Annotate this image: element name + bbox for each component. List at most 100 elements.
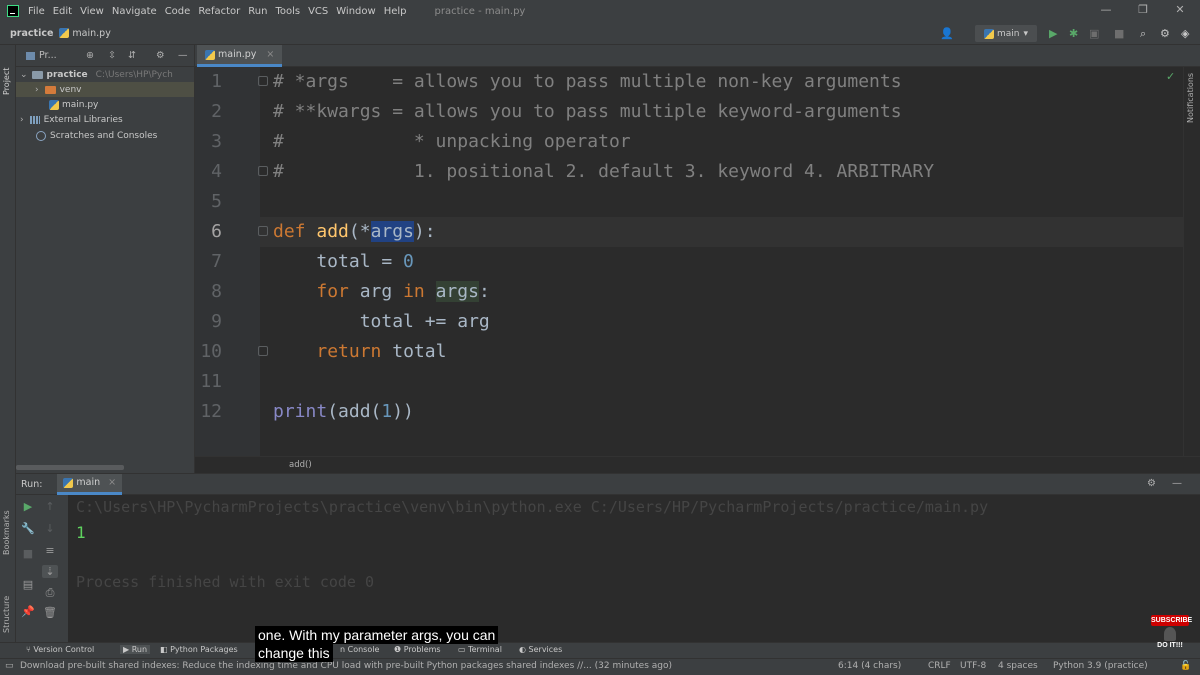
run-config-selector[interactable]: main ▾ bbox=[975, 25, 1037, 42]
caret-position[interactable]: 6:14 (4 chars) bbox=[838, 661, 901, 671]
menu-window[interactable]: Window bbox=[336, 6, 375, 17]
soft-wrap-icon[interactable]: ≡ bbox=[42, 544, 58, 557]
hide-panel-icon[interactable]: — bbox=[178, 50, 188, 61]
scratches-icon bbox=[36, 130, 46, 141]
tool-tab-run[interactable]: ▶ Run bbox=[120, 645, 151, 654]
fold-marker-icon[interactable] bbox=[258, 346, 268, 356]
restore-button[interactable]: ❐ bbox=[1135, 3, 1151, 16]
stop-icon[interactable]: ■ bbox=[1114, 27, 1124, 40]
status-message-icon[interactable]: ▭ bbox=[5, 661, 14, 671]
library-icon bbox=[29, 115, 40, 124]
run-console[interactable]: C:\Users\HP\PycharmProjects\practice\ven… bbox=[68, 495, 1200, 642]
close-tab-icon[interactable]: × bbox=[266, 49, 274, 60]
scroll-to-end-icon[interactable]: ⇣ bbox=[42, 565, 58, 578]
search-icon[interactable]: ⌕ bbox=[1140, 27, 1146, 41]
file-encoding[interactable]: UTF-8 bbox=[960, 661, 986, 671]
tree-item-external-libraries[interactable]: › External Libraries bbox=[20, 112, 123, 127]
tool-tab-python-packages[interactable]: ◧ Python Packages bbox=[160, 645, 238, 654]
code-line-7: total = 0 bbox=[273, 251, 414, 272]
status-message[interactable]: Download pre-built shared indexes: Reduc… bbox=[20, 661, 672, 671]
run-tab-main[interactable]: main × bbox=[57, 473, 123, 495]
python-interpreter[interactable]: Python 3.9 (practice) bbox=[1053, 661, 1148, 671]
horizontal-scrollbar[interactable] bbox=[16, 465, 124, 470]
project-tool-tab[interactable]: Project bbox=[2, 68, 11, 95]
tree-item-scratches[interactable]: Scratches and Consoles bbox=[36, 128, 157, 143]
stop-icon[interactable]: ■ bbox=[20, 547, 36, 560]
menu-run[interactable]: Run bbox=[248, 6, 267, 17]
debug-icon[interactable]: ✱ bbox=[1069, 27, 1078, 40]
print-icon[interactable]: ⎙ bbox=[42, 586, 58, 600]
gear-icon[interactable]: ⚙ bbox=[156, 50, 165, 61]
console-command: C:\Users\HP\PycharmProjects\practice\ven… bbox=[76, 498, 989, 516]
pin-icon[interactable]: 📌 bbox=[20, 605, 36, 618]
run-icon[interactable]: ▶ bbox=[1049, 27, 1057, 40]
code-editor[interactable]: 1 2 3 4 5 6 7 8 9 10 11 12 # *args = all… bbox=[195, 67, 1183, 456]
menu-navigate[interactable]: Navigate bbox=[112, 6, 157, 17]
layout-icon[interactable]: ▤ bbox=[20, 578, 36, 591]
indent-setting[interactable]: 4 spaces bbox=[998, 661, 1038, 671]
python-file-icon bbox=[983, 28, 994, 39]
breadcrumb-function[interactable]: add() bbox=[289, 460, 312, 470]
editor-scrollbar[interactable] bbox=[1183, 67, 1200, 456]
expand-all-icon[interactable]: ⇳ bbox=[108, 50, 116, 61]
settings-icon[interactable]: ⚙ bbox=[1160, 27, 1170, 40]
tool-tab-python-console[interactable]: n Console bbox=[340, 645, 379, 654]
line-number: 1 bbox=[211, 71, 222, 92]
lock-icon[interactable]: 🔓 bbox=[1180, 661, 1191, 671]
chevron-right-icon: › bbox=[20, 114, 24, 125]
down-arrow-icon[interactable]: ↓ bbox=[42, 522, 58, 535]
python-file-icon bbox=[49, 99, 59, 110]
minimize-button[interactable]: — bbox=[1098, 3, 1114, 16]
tree-item-venv[interactable]: › venv bbox=[16, 82, 194, 97]
code-line-2: # **kwargs = allows you to pass multiple… bbox=[273, 101, 902, 122]
breadcrumb-project[interactable]: practice bbox=[10, 28, 53, 39]
coverage-icon[interactable]: ▣ bbox=[1089, 27, 1099, 40]
subscribe-badge[interactable]: SUBSCRIBE DO IT!!! bbox=[1150, 613, 1192, 653]
menu-edit[interactable]: Edit bbox=[53, 6, 72, 17]
breadcrumb-file[interactable]: main.py bbox=[59, 28, 111, 39]
menu-vcs[interactable]: VCS bbox=[308, 6, 328, 17]
up-arrow-icon[interactable]: ↑ bbox=[42, 500, 58, 513]
menu-view[interactable]: View bbox=[80, 6, 104, 17]
notifications-tool-tab[interactable]: Notifications bbox=[1186, 73, 1195, 123]
structure-tool-tab[interactable]: Structure bbox=[2, 596, 11, 633]
hide-panel-icon[interactable]: — bbox=[1172, 478, 1182, 489]
trash-icon[interactable]: 🗑 bbox=[42, 606, 58, 619]
menu-tools[interactable]: Tools bbox=[275, 6, 300, 17]
collapse-all-icon[interactable]: ⇵ bbox=[128, 50, 136, 61]
fold-marker-icon[interactable] bbox=[258, 166, 268, 176]
project-panel-header: Pr... ⊕ ⇳ ⇵ ⚙ — bbox=[16, 45, 194, 67]
gear-icon[interactable]: ⚙ bbox=[1147, 478, 1156, 489]
line-number: 12 bbox=[200, 401, 222, 422]
tool-tab-services[interactable]: ◐ Services bbox=[519, 645, 562, 654]
code-line-6: def add(*args): bbox=[273, 221, 436, 242]
tree-item-practice[interactable]: ⌄ practice C:\Users\HP\Pych bbox=[20, 67, 194, 82]
line-number-current: 6 bbox=[211, 221, 222, 242]
inspection-ok-icon[interactable]: ✓ bbox=[1166, 70, 1175, 83]
fold-marker-icon[interactable] bbox=[258, 76, 268, 86]
line-separator[interactable]: CRLF bbox=[928, 661, 951, 671]
menu-code[interactable]: Code bbox=[165, 6, 191, 17]
project-view-selector[interactable]: Pr... bbox=[39, 50, 57, 61]
locate-icon[interactable]: ⊕ bbox=[86, 50, 94, 61]
rerun-icon[interactable]: ▶ bbox=[20, 500, 36, 513]
tab-main-py[interactable]: main.py × bbox=[197, 45, 283, 67]
bookmarks-tool-tab[interactable]: Bookmarks bbox=[2, 510, 11, 555]
wrench-icon[interactable]: 🔧 bbox=[20, 522, 36, 535]
user-icon[interactable]: 👤 bbox=[940, 27, 954, 40]
tool-tab-terminal[interactable]: ▭ Terminal bbox=[458, 645, 502, 654]
close-window-button[interactable]: ✕ bbox=[1172, 3, 1188, 16]
menu-refactor[interactable]: Refactor bbox=[198, 6, 240, 17]
close-tab-icon[interactable]: × bbox=[108, 477, 116, 488]
pycharm-logo-icon bbox=[7, 5, 19, 17]
chevron-down-icon: ▾ bbox=[1023, 28, 1029, 39]
fold-marker-icon[interactable] bbox=[258, 226, 268, 236]
menu-file[interactable]: File bbox=[28, 6, 45, 17]
editor-tab-bar: main.py × bbox=[195, 45, 1200, 67]
tree-item-main-py[interactable]: main.py bbox=[49, 97, 98, 112]
tool-tab-problems[interactable]: ❶ Problems bbox=[394, 645, 441, 654]
window-title: practice - main.py bbox=[434, 5, 526, 17]
menu-help[interactable]: Help bbox=[384, 6, 407, 17]
code-line-8: for arg in args: bbox=[316, 281, 490, 302]
tool-tab-version-control[interactable]: ⑂ Version Control bbox=[26, 645, 94, 654]
